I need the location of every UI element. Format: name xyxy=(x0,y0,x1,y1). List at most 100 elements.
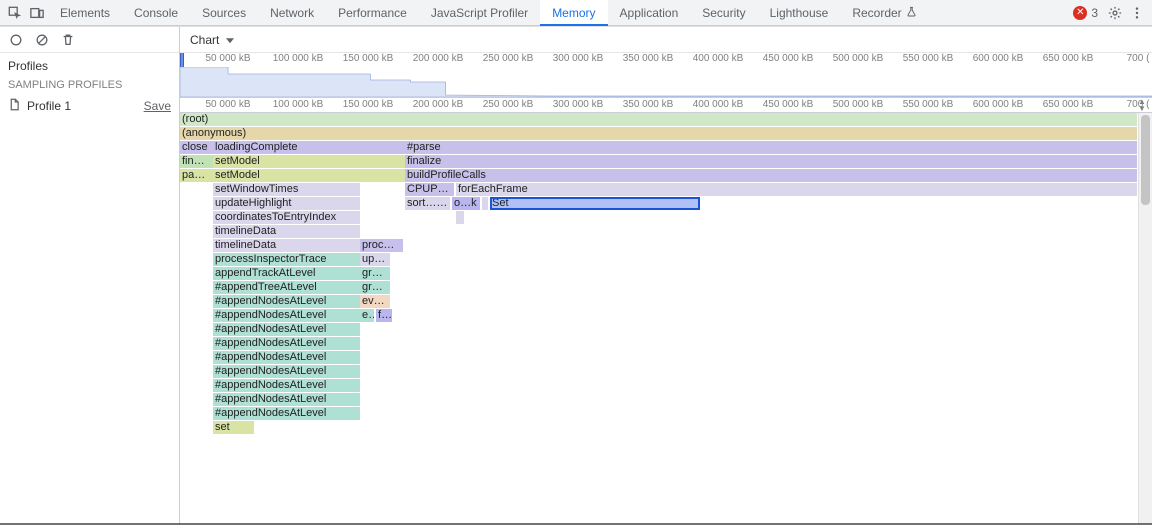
flame-row: appendTrackAtLevelgro…ts xyxy=(180,267,1138,281)
flame-bar[interactable]: #parse xyxy=(405,141,1137,154)
overview-minimap[interactable]: 50 000 kB100 000 kB150 000 kB200 000 kB2… xyxy=(180,53,1152,97)
axis-tick: 400 000 kB xyxy=(693,99,744,110)
flame-bar[interactable] xyxy=(482,197,488,210)
axis-ruler[interactable]: 50 000 kB100 000 kB150 000 kB200 000 kB2… xyxy=(180,97,1152,113)
flame-bar[interactable]: #appendNodesAtLevel xyxy=(213,295,360,308)
flame-bar[interactable] xyxy=(240,421,254,434)
axis-tick: 400 000 kB xyxy=(693,53,744,64)
scrollbar-thumb[interactable] xyxy=(1141,115,1150,205)
tab-lighthouse[interactable]: Lighthouse xyxy=(758,0,841,26)
view-selector[interactable]: Chart xyxy=(188,31,238,49)
flame-row: #appendNodesAtLevelev…ew xyxy=(180,295,1138,309)
flame-bar[interactable]: o…k xyxy=(452,197,480,210)
profiles-sidebar: Profiles SAMPLING PROFILES Profile 1 Sav… xyxy=(0,27,180,524)
flame-bar[interactable]: set xyxy=(213,421,240,434)
flame-bar[interactable]: timelineData xyxy=(213,225,360,238)
flame-bar[interactable]: fin…ce xyxy=(180,155,213,168)
axis-tick: 100 000 kB xyxy=(273,53,324,64)
flame-bar[interactable]: #appendTreeAtLevel xyxy=(213,281,360,294)
flame-row: #appendNodesAtLevel xyxy=(180,337,1138,351)
tab-elements[interactable]: Elements xyxy=(48,0,122,26)
flame-bar[interactable]: loadingComplete xyxy=(213,141,405,154)
flame-bar[interactable]: setWindowTimes xyxy=(213,183,360,196)
flame-bar[interactable]: finalize xyxy=(405,155,1137,168)
axis-tick: 50 000 kB xyxy=(205,99,250,110)
flame-bar[interactable]: appendTrackAtLevel xyxy=(213,267,360,280)
flame-row: (root) xyxy=(180,113,1138,127)
flame-bar[interactable]: #appendNodesAtLevel xyxy=(213,407,360,420)
device-toolbar-icon[interactable] xyxy=(26,2,48,24)
flame-bar[interactable]: #appendNodesAtLevel xyxy=(213,323,360,336)
flame-bar[interactable]: updateHighlight xyxy=(213,197,360,210)
ruler-scroll-arrows[interactable]: ▲ ▼ xyxy=(1138,98,1150,112)
record-icon[interactable] xyxy=(8,32,24,48)
view-toolbar: Chart xyxy=(180,27,1152,53)
tab-recorder[interactable]: Recorder xyxy=(840,0,928,26)
axis-tick: 300 000 kB xyxy=(553,53,604,64)
axis-tick: 350 000 kB xyxy=(623,99,674,110)
flame-bar[interactable]: f…r xyxy=(376,309,392,322)
trash-icon[interactable] xyxy=(60,32,76,48)
flame-bar[interactable]: ev…ew xyxy=(360,295,390,308)
tab-security[interactable]: Security xyxy=(690,0,757,26)
stop-clear-icon[interactable] xyxy=(34,32,50,48)
flame-bar[interactable]: e… xyxy=(360,309,374,322)
flame-bar[interactable]: CPUP…del xyxy=(405,183,454,196)
tab-sources[interactable]: Sources xyxy=(190,0,258,26)
flame-bar[interactable]: buildProfileCalls xyxy=(405,169,1137,182)
flame-row: #appendNodesAtLevele…f…r xyxy=(180,309,1138,323)
flame-row: #appendTreeAtLevelgr…ew xyxy=(180,281,1138,295)
flame-bar[interactable]: (root) xyxy=(180,113,1137,126)
flame-row: #appendNodesAtLevel xyxy=(180,407,1138,421)
tab-network[interactable]: Network xyxy=(258,0,326,26)
axis-tick: 100 000 kB xyxy=(273,99,324,110)
flame-bar[interactable] xyxy=(456,211,464,224)
flame-bar[interactable]: coordinatesToEntryIndex xyxy=(213,211,360,224)
axis-tick: 550 000 kB xyxy=(903,53,954,64)
flame-bar[interactable]: #appendNodesAtLevel xyxy=(213,351,360,364)
settings-gear-icon[interactable] xyxy=(1104,2,1126,24)
error-badge[interactable]: ✕ 3 xyxy=(1073,6,1098,20)
flame-bar[interactable]: #appendNodesAtLevel xyxy=(213,337,360,350)
tab-application[interactable]: Application xyxy=(608,0,691,26)
flame-bar[interactable]: #appendNodesAtLevel xyxy=(213,379,360,392)
vertical-scrollbar[interactable] xyxy=(1138,113,1152,524)
flame-bar[interactable]: close xyxy=(180,141,213,154)
flame-row: setWindowTimes CPUP…delforEachFrame xyxy=(180,183,1138,197)
flame-chart[interactable]: (root)(anonymous)closeloadingComplete#pa… xyxy=(180,113,1138,524)
flame-bar[interactable]: setModel xyxy=(213,169,405,182)
error-icon: ✕ xyxy=(1073,6,1087,20)
flame-bar[interactable]: pa…at xyxy=(180,169,213,182)
inspect-element-icon[interactable] xyxy=(4,2,26,24)
flame-row: processInspectorTraceup…up xyxy=(180,253,1138,267)
axis-tick: 300 000 kB xyxy=(553,99,604,110)
flame-bar[interactable]: Set xyxy=(490,197,700,210)
flame-bar[interactable]: #appendNodesAtLevel xyxy=(213,309,360,322)
axis-tick: 450 000 kB xyxy=(763,99,814,110)
flame-bar[interactable]: #appendNodesAtLevel xyxy=(213,365,360,378)
flame-bar[interactable]: sort…ples xyxy=(405,197,450,210)
axis-tick: 200 000 kB xyxy=(413,53,464,64)
tab-javascript-profiler[interactable]: JavaScript Profiler xyxy=(419,0,540,26)
flame-bar[interactable]: up…up xyxy=(360,253,390,266)
axis-tick: 150 000 kB xyxy=(343,99,394,110)
flame-row: set xyxy=(180,421,1138,435)
flame-bar[interactable]: processInspectorTrace xyxy=(213,253,360,266)
flame-row: #appendNodesAtLevel xyxy=(180,379,1138,393)
save-link[interactable]: Save xyxy=(144,99,171,113)
flame-bar[interactable]: timelineData xyxy=(213,239,360,252)
chevron-down-icon[interactable]: ▼ xyxy=(1138,105,1150,112)
tab-performance[interactable]: Performance xyxy=(326,0,419,26)
flame-bar[interactable]: setModel xyxy=(213,155,405,168)
flame-bar[interactable]: (anonymous) xyxy=(180,127,1137,140)
profile-row[interactable]: Profile 1 Save xyxy=(0,95,179,117)
flame-bar[interactable]: gro…ts xyxy=(360,267,390,280)
flame-bar[interactable]: gr…ew xyxy=(360,281,390,294)
axis-tick: 200 000 kB xyxy=(413,99,464,110)
tab-memory[interactable]: Memory xyxy=(540,0,607,26)
flame-bar[interactable]: forEachFrame xyxy=(456,183,1137,196)
tab-console[interactable]: Console xyxy=(122,0,190,26)
flame-bar[interactable]: proc…ata xyxy=(360,239,403,252)
kebab-menu-icon[interactable] xyxy=(1126,2,1148,24)
flame-bar[interactable]: #appendNodesAtLevel xyxy=(213,393,360,406)
